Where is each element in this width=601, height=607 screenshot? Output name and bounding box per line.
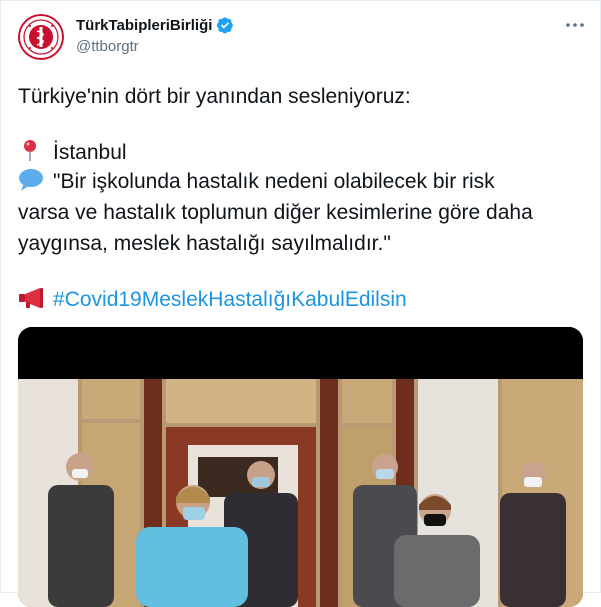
tweet-text-quote-line3: yaygınsa, meslek hastalığı sayılmalıdır.… xyxy=(18,232,391,255)
tweet-text-intro: Türkiye'nin dört bir yanından sesleniyor… xyxy=(18,85,411,108)
tweet-video[interactable] xyxy=(18,327,583,607)
avatar[interactable] xyxy=(18,14,64,60)
video-frame-image xyxy=(18,327,583,607)
hashtag-link[interactable]: #Covid19MeslekHastalığıKabulEdilsin xyxy=(53,286,407,314)
display-name[interactable]: TürkTabipleriBirliği xyxy=(76,17,212,34)
author-handle[interactable]: @ttborgtr xyxy=(76,38,139,55)
author-name-row[interactable]: TürkTabipleriBirliği xyxy=(76,16,234,34)
speech-balloon-icon xyxy=(18,168,43,192)
tweet-card[interactable]: TürkTabipleriBirliği @ttborgtr Türkiye'n… xyxy=(0,0,601,607)
tweet-text-quote-line1: "Bir işkolunda hastalık nedeni olabilece… xyxy=(53,170,495,193)
megaphone-icon xyxy=(18,286,43,310)
round-pushpin-icon xyxy=(18,139,42,163)
more-options-icon[interactable] xyxy=(563,13,587,37)
tweet-text-city: İstanbul xyxy=(53,141,127,164)
tweet-text-quote-line2: varsa ve hastalık toplumun diğer kesimle… xyxy=(18,201,533,224)
verified-badge-icon xyxy=(216,16,234,34)
ttb-logo-icon xyxy=(18,14,64,60)
